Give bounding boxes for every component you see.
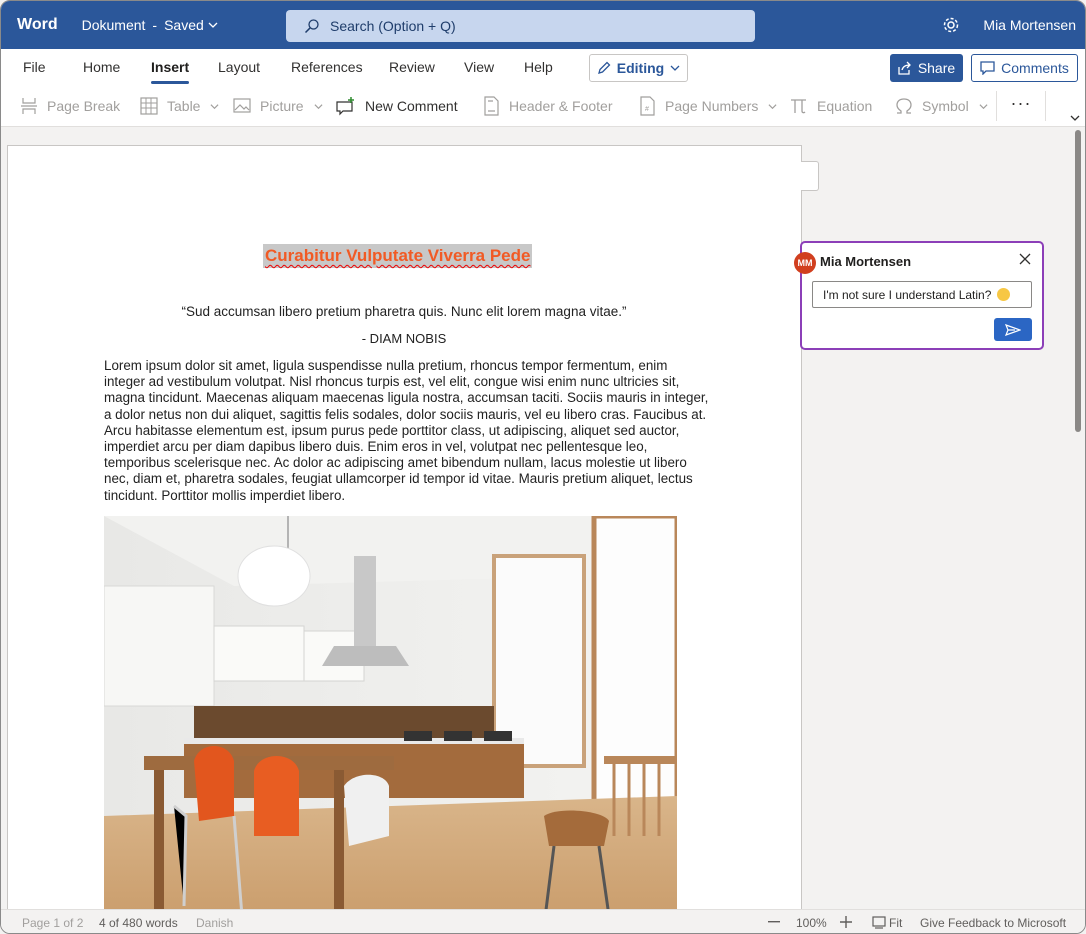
comment-input[interactable]: I'm not sure I understand Latin? bbox=[812, 281, 1032, 308]
comments-label: Comments bbox=[1001, 60, 1069, 76]
share-label: Share bbox=[917, 60, 956, 76]
comment-card[interactable]: MM Mia Mortensen I'm not sure I understa… bbox=[794, 241, 1044, 350]
document-name: Dokument bbox=[81, 17, 146, 33]
fit-button[interactable]: Fit bbox=[889, 916, 902, 930]
chevron-down-icon bbox=[979, 103, 988, 109]
toolbar-divider bbox=[1045, 91, 1046, 121]
comment-author: Mia Mortensen bbox=[820, 254, 912, 269]
save-status: Saved bbox=[164, 17, 204, 33]
tab-review[interactable]: Review bbox=[389, 59, 435, 75]
send-comment-button[interactable] bbox=[994, 318, 1032, 341]
tab-help[interactable]: Help bbox=[524, 59, 553, 75]
page-break-icon bbox=[21, 98, 37, 114]
kitchen-photo-drawing bbox=[104, 516, 677, 909]
equation-button[interactable]: Equation bbox=[789, 95, 872, 117]
document-body[interactable]: Lorem ipsum dolor sit amet, ligula suspe… bbox=[104, 358, 710, 504]
share-button[interactable]: Share bbox=[890, 54, 963, 82]
symbol-button[interactable]: Symbol bbox=[894, 95, 988, 117]
thinking-face-icon bbox=[996, 288, 1010, 301]
quote-author[interactable]: - DIAM NOBIS bbox=[104, 331, 704, 346]
account-name[interactable]: Mia Mortensen bbox=[983, 17, 1076, 33]
picture-icon bbox=[233, 98, 251, 113]
equation-label: Equation bbox=[817, 98, 873, 114]
toolbar-divider bbox=[996, 91, 997, 121]
equation-icon bbox=[791, 99, 806, 114]
page-numbers-label: Page Numbers bbox=[665, 98, 759, 114]
search-box[interactable]: Search (Option + Q) bbox=[286, 10, 755, 42]
editing-mode-button[interactable]: Editing bbox=[589, 54, 688, 82]
zoom-in-icon[interactable] bbox=[840, 916, 852, 928]
chevron-down-icon bbox=[670, 65, 680, 71]
word-count[interactable]: 4 of 480 words bbox=[99, 916, 178, 930]
new-comment-icon bbox=[336, 97, 354, 116]
header-footer-button[interactable]: Header & Footer bbox=[481, 95, 613, 117]
search-placeholder: Search (Option + Q) bbox=[330, 18, 456, 34]
zoom-level[interactable]: 100% bbox=[796, 916, 827, 930]
search-icon bbox=[304, 19, 319, 34]
page-numbers-button[interactable]: # Page Numbers bbox=[637, 95, 777, 117]
status-bar: Page 1 of 2 4 of 480 words Danish 100% F… bbox=[1, 909, 1085, 933]
picture-label: Picture bbox=[260, 98, 304, 114]
tab-references[interactable]: References bbox=[291, 59, 363, 75]
ribbon-toolbar: Page Break Table Picture New Comment Hea… bbox=[1, 87, 1085, 127]
tab-insert[interactable]: Insert bbox=[151, 59, 190, 84]
comment-text: I'm not sure I understand Latin? bbox=[823, 288, 992, 302]
picture-button[interactable]: Picture bbox=[232, 95, 323, 117]
share-icon bbox=[898, 61, 911, 75]
comment-icon bbox=[980, 61, 995, 75]
page-break-label: Page Break bbox=[47, 98, 121, 114]
chevron-down-icon bbox=[314, 103, 323, 109]
page-break-button[interactable]: Page Break bbox=[19, 95, 120, 117]
document-page[interactable]: Curabitur Vulputate Viverra Pede “Sud ac… bbox=[7, 145, 802, 909]
avatar: MM bbox=[794, 252, 816, 274]
table-button[interactable]: Table bbox=[139, 95, 219, 117]
gear-icon[interactable] bbox=[941, 15, 961, 35]
title-separator: - bbox=[152, 17, 158, 33]
editing-label: Editing bbox=[616, 60, 665, 76]
scrollbar-thumb[interactable] bbox=[1075, 130, 1081, 432]
app-name[interactable]: Word bbox=[17, 16, 58, 34]
new-comment-button[interactable]: New Comment bbox=[335, 95, 458, 117]
vertical-scrollbar[interactable] bbox=[1071, 128, 1085, 909]
pencil-icon bbox=[597, 61, 611, 74]
language-indicator[interactable]: Danish bbox=[196, 916, 233, 930]
tab-layout[interactable]: Layout bbox=[218, 59, 260, 75]
tab-file[interactable]: File bbox=[23, 59, 46, 75]
zoom-out-icon[interactable] bbox=[768, 921, 780, 924]
header-footer-label: Header & Footer bbox=[509, 98, 613, 114]
page-numbers-icon: # bbox=[640, 96, 655, 116]
kitchen-photo[interactable] bbox=[104, 516, 677, 909]
more-options-button[interactable]: ··· bbox=[1009, 91, 1033, 117]
table-label: Table bbox=[167, 98, 201, 114]
chevron-down-icon bbox=[210, 103, 219, 109]
symbol-label: Symbol bbox=[922, 98, 969, 114]
tab-view[interactable]: View bbox=[464, 59, 494, 75]
chevron-down-icon bbox=[208, 22, 218, 28]
title-bar: Word Dokument - Saved Search (Option + Q… bbox=[1, 1, 1085, 49]
word-window: Word Dokument - Saved Search (Option + Q… bbox=[0, 0, 1086, 934]
new-comment-label: New Comment bbox=[365, 98, 458, 114]
collapse-ribbon-icon[interactable] bbox=[1069, 113, 1081, 123]
document-heading[interactable]: Curabitur Vulputate Viverra Pede bbox=[263, 244, 533, 268]
svg-text:#: # bbox=[645, 106, 649, 113]
page-margin-marker bbox=[801, 161, 819, 191]
ribbon-tabs: File Home Insert Layout References Revie… bbox=[1, 49, 1085, 87]
header-footer-icon bbox=[484, 96, 499, 116]
close-icon[interactable] bbox=[1018, 252, 1032, 266]
fit-icon bbox=[872, 916, 886, 929]
send-icon bbox=[1005, 323, 1021, 336]
document-title-menu[interactable]: Dokument - Saved bbox=[82, 17, 218, 33]
chevron-down-icon bbox=[768, 103, 777, 109]
comments-button[interactable]: Comments bbox=[971, 54, 1078, 82]
feedback-link[interactable]: Give Feedback to Microsoft bbox=[920, 916, 1066, 930]
tab-home[interactable]: Home bbox=[83, 59, 120, 75]
table-icon bbox=[140, 97, 158, 115]
symbol-icon bbox=[896, 98, 912, 114]
page-indicator: Page 1 of 2 bbox=[22, 916, 84, 930]
document-quote[interactable]: “Sud accumsan libero pretium pharetra qu… bbox=[104, 304, 704, 319]
